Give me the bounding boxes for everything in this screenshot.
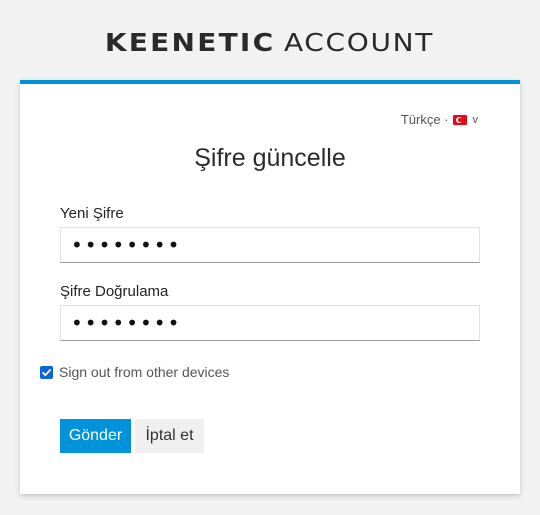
new-password-field[interactable] [60, 227, 480, 263]
signout-option[interactable]: Sign out from other devices [40, 364, 229, 380]
password-update-card: Türkçe · v Şifre güncelle Yeni Şifre Şif… [20, 80, 520, 494]
check-icon [42, 368, 51, 376]
language-selector[interactable]: Türkçe · v [401, 112, 478, 127]
logo-product: ACCOUNT [284, 28, 435, 57]
turkey-flag-icon [452, 114, 467, 125]
new-password-label: Yeni Şifre [60, 205, 124, 222]
page-title: Şifre güncelle [194, 144, 346, 172]
signout-checkbox[interactable] [40, 365, 53, 379]
confirm-password-field[interactable] [60, 305, 480, 341]
logo-brand: KEENETIC [104, 28, 276, 57]
keenetic-account-logo: KEENETIC ACCOUNT [0, 28, 540, 58]
cancel-button[interactable]: İptal et [135, 419, 204, 453]
signout-label: Sign out from other devices [59, 364, 230, 380]
chevron-down-icon: v [472, 113, 479, 126]
confirm-password-label: Şifre Doğrulama [60, 283, 169, 300]
language-label: Türkçe · [400, 112, 449, 127]
submit-button[interactable]: Gönder [60, 419, 131, 453]
